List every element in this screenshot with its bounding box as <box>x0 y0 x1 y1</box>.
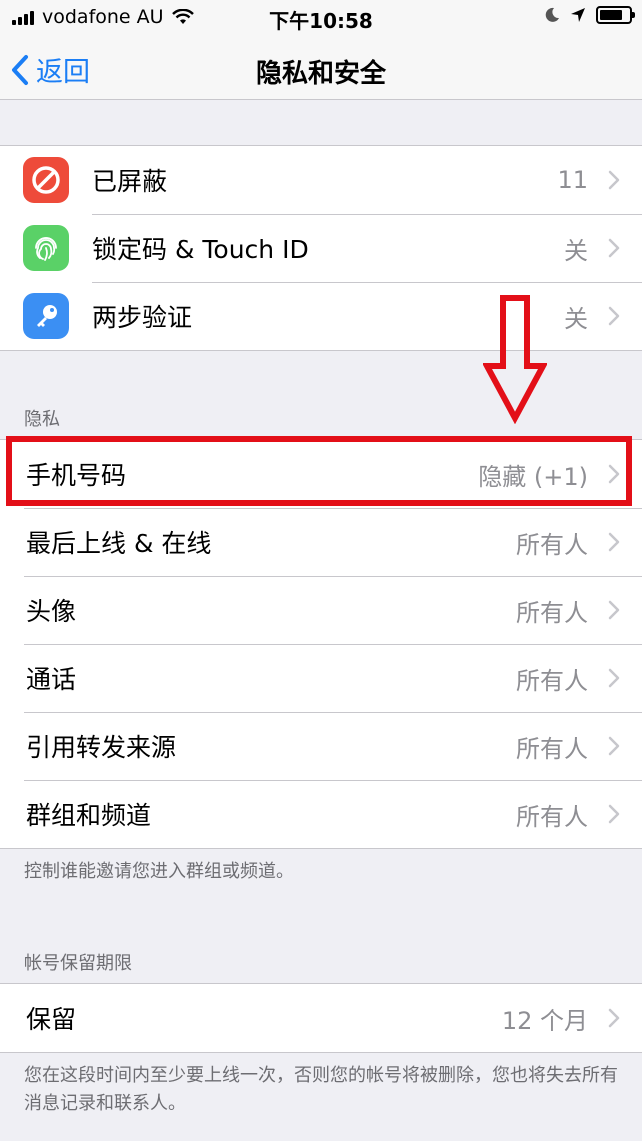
row-label: 通话 <box>26 665 77 694</box>
retention-footer: 您在这段时间内至少要上线一次，否则您的帐号将被删除，您也将失去所有消息记录和联系… <box>24 1065 618 1114</box>
security-row-blocked[interactable]: 已屏蔽 11 <box>0 146 642 214</box>
privacy-header: 隐私 <box>24 409 60 430</box>
retention-row[interactable]: 保留 12 个月 <box>0 984 642 1052</box>
privacy-row-groups[interactable]: 群组和频道 所有人 <box>0 780 642 848</box>
row-label: 头像 <box>26 597 77 626</box>
row-label: 手机号码 <box>26 461 127 490</box>
row-label: 最后上线 & 在线 <box>26 529 212 558</box>
privacy-row-phone[interactable]: 手机号码 隐藏 (+1) <box>0 440 642 508</box>
privacy-row-last-seen[interactable]: 最后上线 & 在线 所有人 <box>0 508 642 576</box>
row-value: 关 <box>564 236 588 265</box>
privacy-group: 手机号码 隐藏 (+1) 最后上线 & 在线 所有人 头像 所有人 通话 所有人… <box>0 439 642 849</box>
row-label: 群组和频道 <box>26 801 152 830</box>
row-value: 11 <box>557 166 588 194</box>
key-icon <box>23 293 69 339</box>
location-arrow-icon <box>571 8 585 22</box>
status-bar: vodafone AU 下午10:58 <box>0 0 642 40</box>
chevron-right-icon <box>608 600 620 620</box>
row-label: 已屏蔽 <box>92 167 168 196</box>
chevron-right-icon <box>608 1008 620 1028</box>
row-value: 所有人 <box>516 530 588 559</box>
page-title: 隐私和安全 <box>255 59 386 89</box>
chevron-right-icon <box>608 532 620 552</box>
retention-group: 保留 12 个月 <box>0 983 642 1053</box>
down-arrow-annotation <box>483 295 547 424</box>
row-value: 隐藏 (+1) <box>478 462 588 491</box>
chevron-right-icon <box>608 238 620 258</box>
row-value: 所有人 <box>516 734 588 763</box>
chevron-right-icon <box>608 306 620 326</box>
chevron-right-icon <box>608 464 620 484</box>
battery-icon <box>596 6 635 24</box>
status-right <box>544 6 635 24</box>
row-label: 锁定码 & Touch ID <box>92 235 309 264</box>
row-value: 12 个月 <box>501 1006 588 1035</box>
chevron-right-icon <box>608 170 620 190</box>
fingerprint-icon <box>23 225 69 271</box>
row-value: 关 <box>564 304 588 333</box>
row-label: 引用转发来源 <box>26 733 177 762</box>
chevron-right-icon <box>608 668 620 688</box>
chevron-right-icon <box>608 736 620 756</box>
security-row-passcode[interactable]: 锁定码 & Touch ID 关 <box>0 214 642 282</box>
privacy-row-forward-source[interactable]: 引用转发来源 所有人 <box>0 712 642 780</box>
privacy-footer: 控制谁能邀请您进入群组或频道。 <box>24 861 294 882</box>
row-value: 所有人 <box>516 598 588 627</box>
row-value: 所有人 <box>516 802 588 831</box>
row-label: 保留 <box>26 1005 77 1034</box>
privacy-row-avatar[interactable]: 头像 所有人 <box>0 576 642 644</box>
blocked-icon <box>23 157 69 203</box>
privacy-row-calls[interactable]: 通话 所有人 <box>0 644 642 712</box>
row-value: 所有人 <box>516 666 588 695</box>
row-label: 两步验证 <box>92 303 193 332</box>
navigation-bar: 返回 隐私和安全 <box>0 40 642 100</box>
retention-header: 帐号保留期限 <box>24 953 132 974</box>
moon-icon <box>545 7 559 22</box>
chevron-right-icon <box>608 804 620 824</box>
